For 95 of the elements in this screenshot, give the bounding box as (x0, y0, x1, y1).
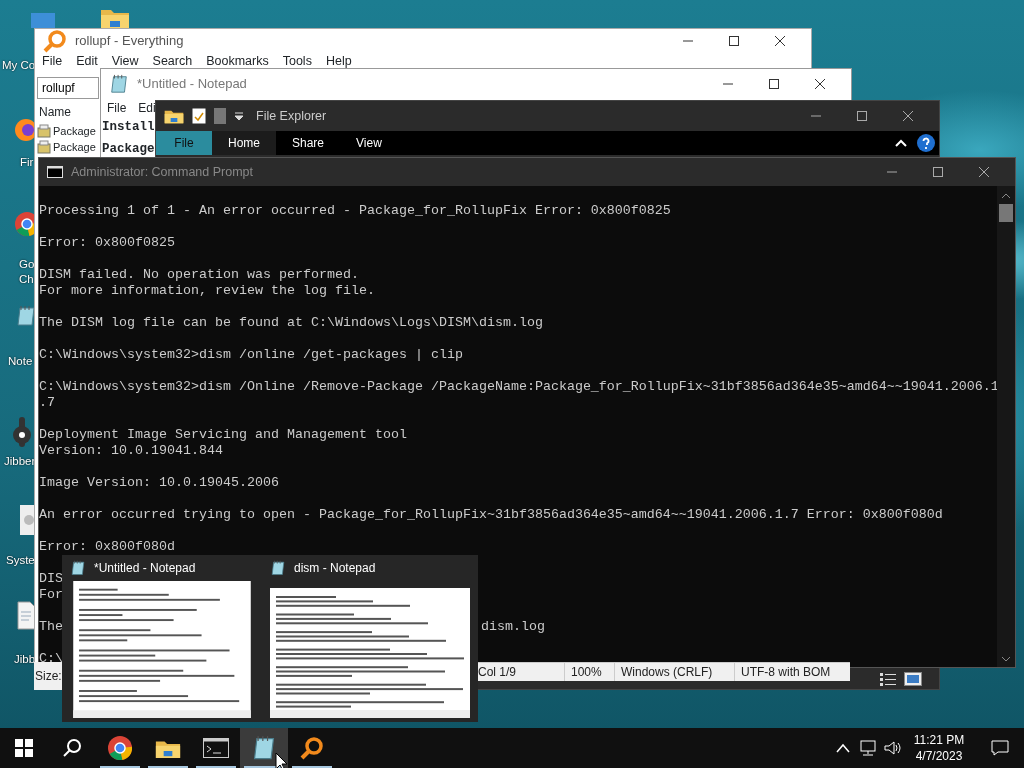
magnifier-icon (300, 736, 324, 760)
window-title: File Explorer (256, 107, 327, 125)
menu-item[interactable]: Edit (69, 53, 105, 69)
console-line: The DISM log file can be found at C:\Windows\Logs\DISM\dism.log (39, 315, 544, 331)
window-preview[interactable] (70, 581, 254, 718)
console-line: Image Version: 10.0.19045.2006 (39, 475, 280, 491)
icon-label[interactable]: Syste (6, 553, 35, 568)
checklist-icon[interactable] (192, 108, 206, 124)
network-icon[interactable] (858, 740, 876, 756)
search-icon (63, 739, 81, 757)
preview-title[interactable]: dism - Notepad (294, 559, 376, 577)
details-view-icon[interactable] (880, 672, 896, 686)
close-icon (815, 79, 825, 89)
menu-item[interactable]: Bookmarks (199, 53, 276, 69)
console-line: For more information, review the log file. (39, 283, 376, 299)
notepad-icon (15, 305, 37, 327)
menu-item[interactable]: File (101, 99, 127, 117)
maximize-icon (769, 79, 779, 89)
volume-icon[interactable] (884, 740, 902, 756)
windows-logo-icon (15, 739, 33, 757)
package-icon (37, 124, 51, 138)
cursor-icon (275, 752, 289, 768)
ribbon-tab[interactable]: File (156, 131, 212, 155)
menu-item[interactable]: Search (145, 53, 200, 69)
chevron-up-icon[interactable] (895, 139, 907, 147)
console-line: DIS (39, 571, 63, 587)
console-line: The (39, 619, 63, 635)
chevron-up-icon[interactable] (836, 743, 850, 753)
console-line: Version: 10.0.19041.844 (39, 443, 224, 459)
wrench-icon (10, 415, 34, 449)
scroll-down-icon[interactable] (1001, 655, 1011, 663)
file-name[interactable]: Package (53, 138, 96, 156)
status-text: 100% (564, 663, 614, 681)
console-line: C:\ (39, 651, 63, 667)
icon-label[interactable]: Note (8, 354, 33, 369)
maximize-icon (857, 111, 867, 121)
icon-label[interactable]: Jibb (14, 652, 36, 667)
console-line: dism.log (481, 619, 545, 635)
scroll-up-icon[interactable] (1001, 192, 1011, 200)
console-line: An error occurred trying to open - Package_for_RollupFix~31bf3856ad364e35~amd64~~19041.2006.1.7 Error: 0x800f080d (39, 507, 944, 523)
text-line: Install (101, 119, 155, 135)
clock-time[interactable]: 11:21 PM (913, 732, 965, 748)
status-text: UTF-8 with BOM (734, 663, 850, 681)
text-line: Package (101, 141, 155, 157)
scrollbar[interactable] (997, 186, 1015, 667)
console-line: Error: 0x800f080d (39, 539, 176, 555)
window-title: rollupf - Everything (75, 32, 184, 51)
console-line: C:\Windows\system32>dism /online /get-packages | clip (39, 347, 464, 363)
help-icon[interactable] (917, 134, 935, 152)
maximize-icon (729, 36, 739, 46)
window-title: *Untitled - Notepad (137, 75, 247, 94)
menu-item[interactable]: Edi (132, 99, 156, 117)
menu-item[interactable]: View (104, 53, 146, 69)
status-text: Col 1/9 (477, 664, 518, 681)
icon-label[interactable]: Ch (19, 272, 34, 287)
console-line: Deployment Image Servicing and Management tool (39, 427, 408, 443)
icon-label[interactable]: Jibber (4, 454, 36, 469)
magnifier-icon (43, 29, 67, 53)
chrome-icon (108, 736, 132, 760)
menu-item[interactable]: Help (318, 53, 359, 69)
icon-label[interactable]: Go (19, 257, 35, 272)
maximize-icon (933, 167, 943, 177)
search-field[interactable]: rollupf (37, 77, 99, 99)
close-icon (903, 111, 913, 121)
file-name[interactable]: Package (53, 122, 96, 140)
preview-title[interactable]: *Untitled - Notepad (94, 559, 196, 577)
notepad-icon (109, 74, 129, 94)
clock-date[interactable]: 4/7/2023 (915, 748, 963, 764)
window-preview[interactable] (270, 588, 470, 718)
ribbon-tab[interactable]: Home (212, 131, 276, 155)
scrollbar-thumb[interactable] (999, 204, 1013, 222)
large-icons-view-icon[interactable] (904, 672, 922, 686)
close-icon (979, 167, 989, 177)
taskbar-app[interactable] (240, 728, 288, 768)
notepad-icon (270, 560, 286, 576)
console-line: For (39, 587, 63, 603)
icon-label[interactable]: Fir (20, 155, 34, 170)
menu-item[interactable]: File (35, 53, 70, 69)
close-icon (775, 36, 785, 46)
console-icon (203, 738, 229, 758)
message-icon (991, 740, 1009, 756)
console-line: .7 (39, 395, 56, 411)
console-line: DISM failed. No operation was performed. (39, 267, 360, 283)
notepad-icon (251, 735, 277, 761)
console-icon (47, 166, 63, 178)
window-title: Administrator: Command Prompt (71, 163, 253, 181)
console-line: Error: 0x800f0825 (39, 235, 176, 251)
console-line: Processing 1 of 1 - An error occurred - Package_for_RollupFix Error: 0x800f0825 (39, 203, 672, 219)
status-text: Size: (35, 668, 62, 685)
notepad-icon (70, 560, 86, 576)
menu-item[interactable]: Tools (275, 53, 319, 69)
dropdown-icon[interactable] (234, 111, 244, 121)
status-text: Windows (CRLF) (614, 663, 734, 681)
package-icon (37, 140, 51, 154)
folder-icon (164, 108, 184, 124)
